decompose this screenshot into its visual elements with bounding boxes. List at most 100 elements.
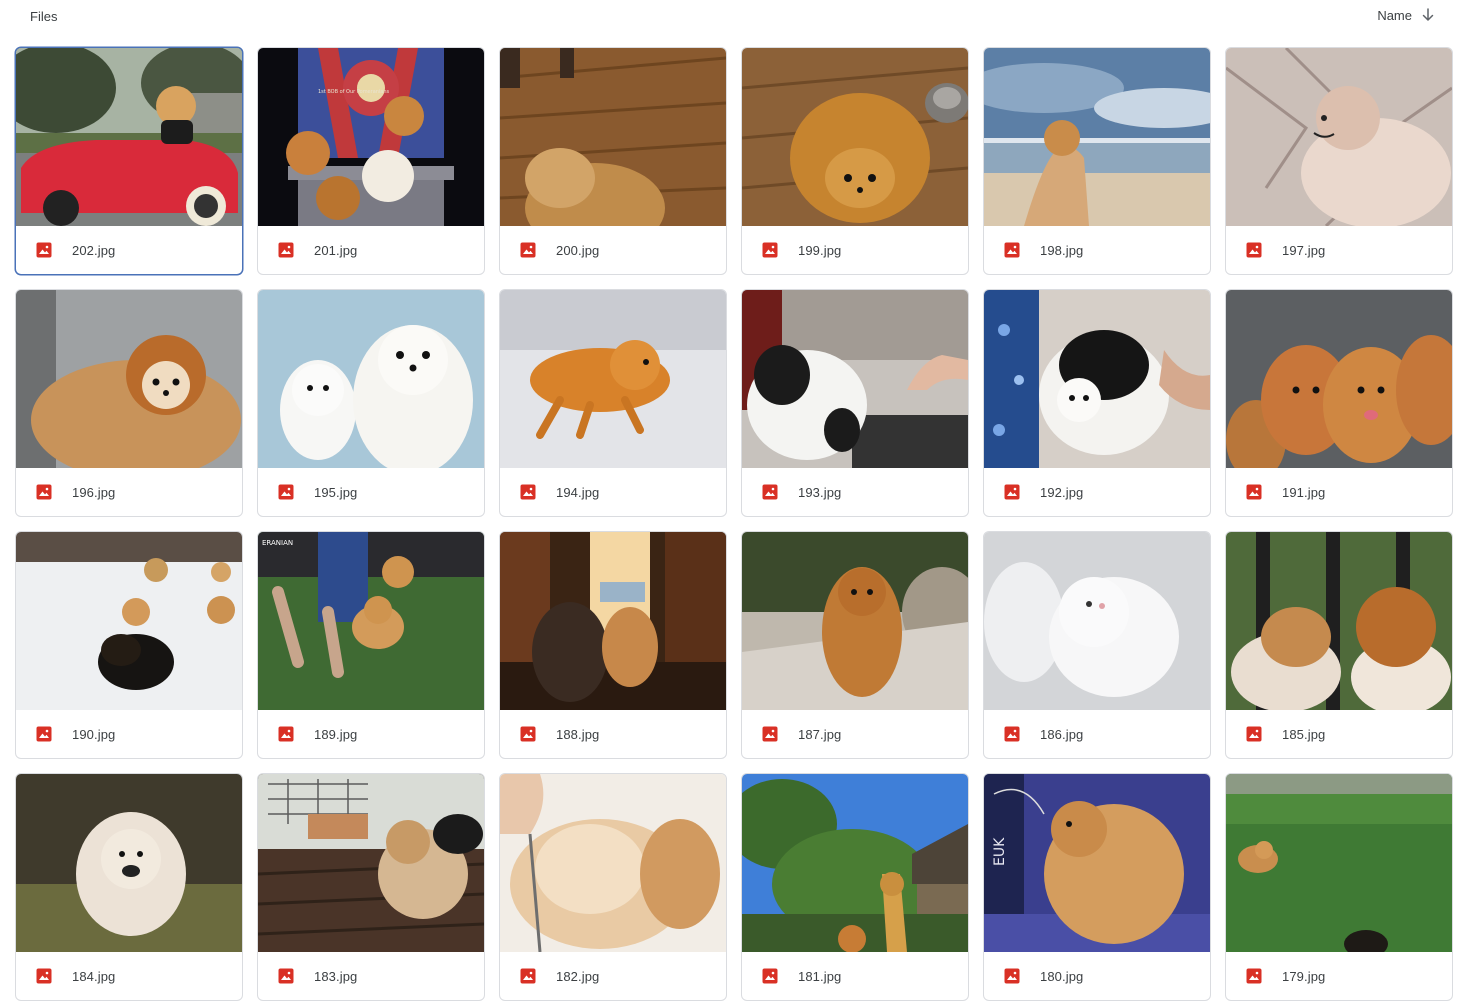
file-thumbnail xyxy=(742,532,968,710)
banner-text: ERANIAN xyxy=(262,539,293,547)
file-info: 194.jpg xyxy=(500,468,726,516)
banner-text: 1st BOB of Our Pomeranians xyxy=(318,89,390,95)
image-file-icon xyxy=(1004,242,1020,258)
file-info: 190.jpg xyxy=(16,710,242,758)
file-info: 200.jpg xyxy=(500,226,726,274)
file-card[interactable]: 184.jpg xyxy=(15,773,243,1001)
image-file-icon xyxy=(1004,726,1020,742)
file-thumbnail xyxy=(16,774,242,952)
file-name: 187.jpg xyxy=(798,726,842,742)
image-file-icon xyxy=(762,968,778,984)
file-name: 199.jpg xyxy=(798,242,842,258)
file-card[interactable]: 194.jpg xyxy=(499,289,727,517)
file-thumbnail xyxy=(1226,48,1452,226)
image-file-icon xyxy=(36,242,52,258)
image-file-icon xyxy=(278,484,294,500)
image-file-icon xyxy=(1246,484,1262,500)
file-info: 202.jpg xyxy=(16,226,242,274)
file-info: 193.jpg xyxy=(742,468,968,516)
sort-by-name-button[interactable]: Name xyxy=(1377,7,1436,23)
file-name: 179.jpg xyxy=(1282,968,1326,984)
file-card[interactable]: 197.jpg xyxy=(1225,47,1453,275)
file-card[interactable]: EUK 180.jpg xyxy=(983,773,1211,1001)
file-name: 184.jpg xyxy=(72,968,116,984)
image-file-icon xyxy=(36,726,52,742)
file-info: 197.jpg xyxy=(1226,226,1452,274)
file-info: 184.jpg xyxy=(16,952,242,1000)
file-name: 186.jpg xyxy=(1040,726,1084,742)
file-thumbnail xyxy=(984,48,1210,226)
file-info: 182.jpg xyxy=(500,952,726,1000)
file-info: 199.jpg xyxy=(742,226,968,274)
file-info: 185.jpg xyxy=(1226,710,1452,758)
file-thumbnail xyxy=(500,532,726,710)
file-thumbnail xyxy=(1226,290,1452,468)
file-name: 183.jpg xyxy=(314,968,358,984)
file-card[interactable]: 199.jpg xyxy=(741,47,969,275)
file-thumbnail xyxy=(984,532,1210,710)
file-info: 186.jpg xyxy=(984,710,1210,758)
file-thumbnail: EUK xyxy=(984,774,1210,952)
image-file-icon xyxy=(520,726,536,742)
file-card[interactable]: 1st BOB of Our Pomeranians 201.jpg xyxy=(257,47,485,275)
file-card[interactable]: 190.jpg xyxy=(15,531,243,759)
file-thumbnail xyxy=(500,48,726,226)
file-card[interactable]: 185.jpg xyxy=(1225,531,1453,759)
file-card[interactable]: 202.jpg xyxy=(15,47,243,275)
file-thumbnail xyxy=(742,48,968,226)
file-card[interactable]: 183.jpg xyxy=(257,773,485,1001)
file-name: 195.jpg xyxy=(314,484,358,500)
file-card[interactable]: 187.jpg xyxy=(741,531,969,759)
file-card[interactable]: 196.jpg xyxy=(15,289,243,517)
file-name: 188.jpg xyxy=(556,726,600,742)
file-thumbnail xyxy=(984,290,1210,468)
file-card[interactable]: 188.jpg xyxy=(499,531,727,759)
sort-label: Name xyxy=(1377,7,1412,23)
file-card[interactable]: 181.jpg xyxy=(741,773,969,1001)
file-card[interactable]: 179.jpg xyxy=(1225,773,1453,1001)
image-file-icon xyxy=(1246,726,1262,742)
file-name: 201.jpg xyxy=(314,242,358,258)
file-info: 198.jpg xyxy=(984,226,1210,274)
file-thumbnail xyxy=(500,290,726,468)
image-file-icon xyxy=(762,242,778,258)
image-file-icon xyxy=(762,484,778,500)
file-name: 190.jpg xyxy=(72,726,116,742)
file-card[interactable]: 198.jpg xyxy=(983,47,1211,275)
file-card[interactable]: 186.jpg xyxy=(983,531,1211,759)
file-thumbnail xyxy=(742,774,968,952)
file-thumbnail: ERANIAN xyxy=(258,532,484,710)
file-card[interactable]: 182.jpg xyxy=(499,773,727,1001)
image-file-icon xyxy=(1004,484,1020,500)
image-file-icon xyxy=(36,968,52,984)
file-name: 192.jpg xyxy=(1040,484,1084,500)
files-header: Files Name xyxy=(0,0,1472,34)
file-thumbnail: 1st BOB of Our Pomeranians xyxy=(258,48,484,226)
file-card[interactable]: 200.jpg xyxy=(499,47,727,275)
file-card[interactable]: ERANIAN 189.jpg xyxy=(257,531,485,759)
file-card[interactable]: 192.jpg xyxy=(983,289,1211,517)
file-card[interactable]: 193.jpg xyxy=(741,289,969,517)
file-info: 201.jpg xyxy=(258,226,484,274)
image-file-icon xyxy=(1246,968,1262,984)
file-card[interactable]: 195.jpg xyxy=(257,289,485,517)
banner-text: EUK xyxy=(992,837,1008,866)
file-card[interactable]: 191.jpg xyxy=(1225,289,1453,517)
file-name: 191.jpg xyxy=(1282,484,1326,500)
section-title: Files xyxy=(30,9,58,24)
file-name: 202.jpg xyxy=(72,242,116,258)
file-info: 195.jpg xyxy=(258,468,484,516)
file-name: 198.jpg xyxy=(1040,242,1084,258)
file-thumbnail xyxy=(16,48,242,226)
file-thumbnail xyxy=(1226,532,1452,710)
file-thumbnail xyxy=(16,290,242,468)
image-file-icon xyxy=(278,242,294,258)
image-file-icon xyxy=(520,484,536,500)
arrow-down-icon xyxy=(1422,8,1434,21)
file-thumbnail xyxy=(1226,774,1452,952)
file-info: 191.jpg xyxy=(1226,468,1452,516)
file-info: 189.jpg xyxy=(258,710,484,758)
file-name: 189.jpg xyxy=(314,726,358,742)
file-info: 196.jpg xyxy=(16,468,242,516)
file-name: 194.jpg xyxy=(556,484,600,500)
